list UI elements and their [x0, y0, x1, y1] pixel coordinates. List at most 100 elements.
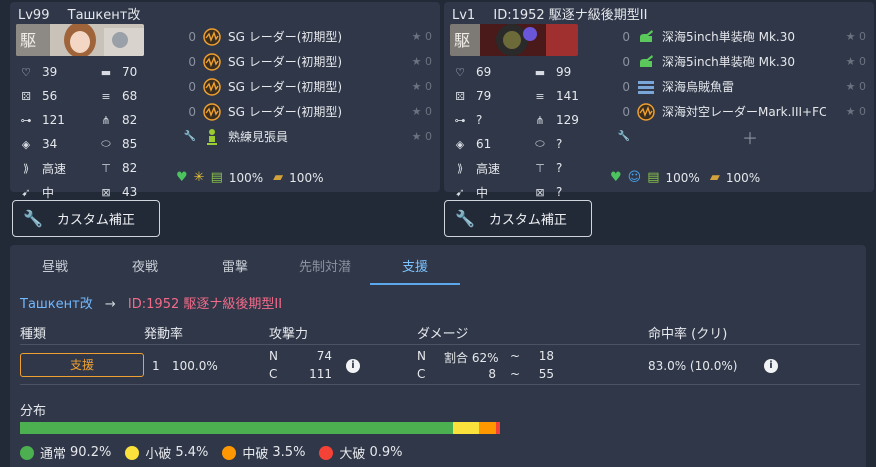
stat-plane-count: ⬭ 85 [96, 137, 176, 151]
stat-value: ? [476, 113, 483, 127]
ammo-icon[interactable]: ▰ [273, 170, 283, 185]
equipment-name[interactable]: SG レーダー(初期型) [228, 28, 392, 45]
stat-value: 高速 [476, 161, 501, 176]
improvement-star-icon[interactable]: ★ 0 [392, 55, 432, 68]
equipment-slot[interactable]: 0 SG レーダー(初期型) ★ 0 [180, 24, 432, 49]
asw-icon: ◈ [21, 137, 31, 151]
equipment-name[interactable]: 熟練見張員 [228, 128, 392, 145]
equipment-slot[interactable]: 🔧 熟練見張員 ★ 0 [180, 124, 432, 149]
equipment-slot[interactable]: 0 深海対空レーダーMark.III+FCS ★ 0 [614, 99, 866, 124]
stat-value: 43 [122, 185, 138, 199]
damage-n-max: 18 [538, 349, 554, 363]
wrench-icon: 🔧 [183, 131, 196, 142]
luck-icon: ⊠ [101, 185, 111, 199]
stat-hp-heart: ♡ 39 [16, 65, 96, 79]
equipment-slot[interactable]: 0 深海烏賊魚雷 ★ 0 [614, 74, 866, 99]
attacker-name: Ташкент改 [20, 297, 93, 312]
improvement-star-icon[interactable]: ★ 0 [392, 30, 432, 43]
legend-dot-icon [319, 445, 334, 460]
improvement-star-icon[interactable]: ★ 0 [392, 130, 432, 143]
equipment-name[interactable]: SG レーダー(初期型) [228, 78, 392, 95]
stat-value: 高速 [42, 161, 67, 176]
header-hit-rate: 命中率 (クリ) [648, 327, 728, 342]
improvement-star-icon[interactable]: ★ 0 [392, 105, 432, 118]
damage-c-max: 55 [538, 367, 554, 381]
heart-icon[interactable]: ♥ [176, 170, 188, 185]
equipment-name[interactable]: 深海5inch単装砲 Mk.30 [662, 28, 826, 45]
attack-type-badge[interactable]: 支援 [20, 353, 144, 377]
equipment-name[interactable]: SG レーダー(初期型) [228, 53, 392, 70]
damage-n-ratio: 割合 62% [444, 351, 499, 365]
equipment-name[interactable]: 深海対空レーダーMark.III+FCS [662, 103, 826, 120]
luck-icon: ⊠ [535, 185, 545, 199]
equipment-name[interactable]: 深海烏賊魚雷 [662, 78, 826, 95]
stat-value: ? [556, 185, 563, 199]
tab-torpedo[interactable]: 雷撃 [190, 251, 280, 285]
improvement-star-icon[interactable]: ★ 0 [826, 80, 866, 93]
sparkle-icon[interactable]: ✳ [194, 170, 205, 185]
tab-opening-asw[interactable]: 先制対潜 [280, 251, 370, 285]
stat-value: 121 [42, 113, 65, 127]
improvement-star-icon[interactable]: ★ 0 [826, 105, 866, 118]
hp-heart-icon: ♡ [455, 65, 465, 79]
distribution-segment-中破 [478, 422, 496, 434]
equipment-slot[interactable]: 0 SG レーダー(初期型) ★ 0 [180, 49, 432, 74]
torpedo-icon: ≡ [101, 89, 111, 103]
equipment-name[interactable]: 深海5inch単装砲 Mk.30 [662, 53, 826, 70]
stat-row: ♡ 69 ▬ 99 [450, 60, 620, 84]
ship-card-left: Lv99 Ташкент改 駆 ♡ 39 ▬ 70 ⚄ 56 ≡ 68 ⊶ 121 ⋔ 82 ◈ 34 ⬭ 8… [10, 2, 440, 200]
asw-icon: ◈ [455, 137, 465, 151]
stat-los: ⊤? [530, 161, 610, 175]
add-equipment-slot[interactable]: 🔧 ＋ [614, 124, 866, 149]
stat-value: ? [556, 161, 563, 175]
improvement-star-icon[interactable]: ★ 0 [826, 30, 866, 43]
fuel-icon[interactable]: ▤ [211, 170, 223, 185]
ship-level: Lv1 [452, 8, 476, 23]
equipment-slot[interactable]: 0 SG レーダー(初期型) ★ 0 [180, 74, 432, 99]
ship-level: Lv99 [18, 8, 50, 23]
equipment-slot[interactable]: 0 SG レーダー(初期型) ★ 0 [180, 99, 432, 124]
stat-armor: ▬ 70 [96, 65, 176, 79]
ship-name[interactable]: Ташкент改 [68, 8, 141, 23]
stat-asw: ◈ 34 [16, 137, 96, 151]
ship-banner-image[interactable]: 駆 [16, 24, 144, 56]
custom-correction-button-right[interactable]: 🔧 カスタム補正 [444, 200, 592, 237]
smile-icon[interactable]: ☺ [628, 170, 642, 185]
distribution-segment-小破 [452, 422, 479, 434]
stat-luck: ⊠ 43 [96, 185, 176, 199]
improvement-star-icon[interactable]: ★ 0 [826, 55, 866, 68]
stat-hp-heart: ♡ 69 [450, 65, 530, 79]
equipment-name[interactable]: SG レーダー(初期型) [228, 103, 392, 120]
info-icon[interactable]: i [764, 359, 778, 373]
breadcrumb: Ташкент改 → ID:1952 駆逐ナ級後期型II [20, 293, 282, 312]
gun-icon [636, 52, 656, 72]
tab-day-battle[interactable]: 昼戦 [10, 251, 100, 285]
legend-item: 小破 5.4% [125, 443, 208, 462]
tab-night-battle[interactable]: 夜戦 [100, 251, 190, 285]
stat-value: 79 [476, 89, 492, 103]
ammo-icon[interactable]: ▰ [710, 170, 720, 185]
stat-torpedo: ≡ 141 [530, 89, 610, 103]
stat-aa-gun: ⊶ 121 [16, 113, 96, 127]
wrench-icon: 🔧 [617, 131, 630, 142]
equipment-slot[interactable]: 0 深海5inch単装砲 Mk.30 ★ 0 [614, 24, 866, 49]
fuel-icon[interactable]: ▤ [647, 170, 659, 185]
legend-value: 5.4% [175, 445, 209, 460]
legend-value: 3.5% [272, 445, 306, 460]
tab-support[interactable]: 支援 [370, 251, 460, 285]
custom-correction-button-left[interactable]: 🔧 カスタム補正 [12, 200, 160, 237]
slot-plane-count: 0 [188, 79, 196, 94]
stat-asw: ◈ 61 [450, 137, 530, 151]
stat-row: ⟫ 高速 ⊤? [450, 156, 620, 180]
heart-icon[interactable]: ♥ [610, 170, 622, 185]
ship-name[interactable]: ID:1952 駆逐ナ級後期型II [493, 8, 647, 23]
damage-c-tilde: ~ [510, 367, 521, 381]
stat-value: 中 [476, 185, 489, 200]
stat-value: 82 [122, 113, 138, 127]
stat-aa-gun: ⊶? [450, 113, 530, 127]
info-icon[interactable]: i [346, 359, 360, 373]
equipment-slot[interactable]: 0 深海5inch単装砲 Mk.30 ★ 0 [614, 49, 866, 74]
improvement-star-icon[interactable]: ★ 0 [392, 80, 432, 93]
ship-banner-image[interactable]: 駆 [450, 24, 578, 56]
legend-name: 大破 [339, 447, 366, 462]
